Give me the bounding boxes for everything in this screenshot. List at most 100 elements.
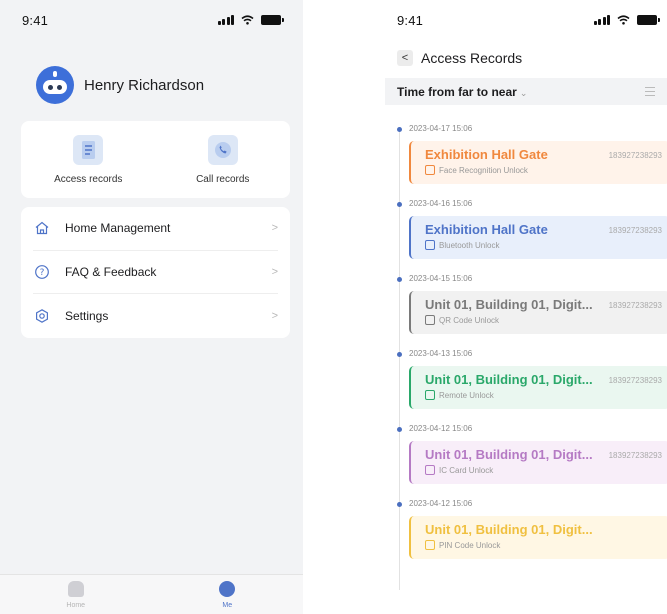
chevron-left-icon: <	[401, 52, 409, 64]
call-records-shortcut[interactable]: Call records	[156, 121, 291, 198]
avatar	[36, 66, 74, 104]
timeline-dot	[397, 502, 402, 507]
record-time: 2023-04-16 15:06	[409, 199, 473, 208]
list-view-icon[interactable]	[645, 87, 655, 96]
record-method-label: IC Card Unlock	[439, 465, 494, 475]
access-records-shortcut[interactable]: Access records	[21, 121, 156, 198]
me-tab-icon	[219, 581, 236, 597]
chevron-right-icon: >	[271, 309, 278, 322]
record-method: QR Code Unlock	[425, 315, 667, 325]
record-card[interactable]: Unit 01, Building 01, Digit... 183927238…	[409, 366, 667, 409]
record-time: 2023-04-17 15:06	[409, 124, 473, 133]
svg-text:?: ?	[40, 268, 45, 278]
record-time: 2023-04-12 15:06	[409, 499, 473, 508]
record-entry: 2023-04-12 15:06 Unit 01, Building 01, D…	[385, 412, 667, 487]
tab-home-label: Home	[66, 602, 86, 609]
record-number: 183927238293	[608, 226, 662, 235]
nav-bar: < Access Records	[397, 50, 522, 66]
record-entry: 2023-04-15 15:06 Unit 01, Building 01, D…	[385, 262, 667, 337]
record-card[interactable]: Exhibition Hall Gate 183927238293 Face R…	[409, 141, 667, 184]
profile-header[interactable]: Henry Richardson	[36, 66, 204, 104]
status-bar: 9:41	[0, 0, 303, 40]
record-card[interactable]: Unit 01, Building 01, Digit... 183927238…	[409, 441, 667, 484]
record-entry: 2023-04-17 15:06 Exhibition Hall Gate 18…	[385, 112, 667, 187]
profile-name: Henry Richardson	[84, 76, 205, 94]
record-method-label: Face Recognition Unlock	[439, 165, 528, 175]
document-list-icon	[73, 135, 104, 165]
face-recognition-icon	[425, 165, 435, 175]
chevron-down-icon: ⌄	[519, 87, 528, 98]
status-icons	[217, 15, 284, 25]
signal-icon	[217, 15, 234, 25]
sort-order-dropdown[interactable]: Time from far to near ⌄	[397, 83, 527, 101]
question-icon: ?	[33, 263, 51, 281]
record-method-label: QR Code Unlock	[439, 315, 500, 325]
menu-item-faq-feedback[interactable]: ? FAQ & Feedback >	[33, 251, 278, 294]
record-number: 183927238293	[608, 376, 662, 385]
record-number: 183927238293	[608, 301, 662, 310]
me-screen: 9:41 Henry Richardson Access records Cal…	[0, 0, 303, 614]
tab-bar: Home Me	[0, 574, 303, 614]
home-icon	[33, 219, 51, 237]
record-time: 2023-04-15 15:06	[409, 274, 473, 283]
record-entry: 2023-04-12 15:06 Unit 01, Building 01, D…	[385, 487, 667, 562]
record-card[interactable]: Exhibition Hall Gate 183927238293 Blueto…	[409, 216, 667, 259]
settings-menu: Home Management > ? FAQ & Feedback > Set…	[21, 207, 290, 338]
record-method-label: PIN Code Unlock	[439, 540, 501, 550]
tab-me[interactable]: Me	[152, 575, 304, 614]
record-method: PIN Code Unlock	[425, 540, 667, 550]
timeline-dot	[397, 202, 402, 207]
access-records-label: Access records	[54, 174, 123, 185]
call-records-label: Call records	[196, 174, 250, 185]
record-title: Unit 01, Building 01, Digit...	[425, 522, 593, 537]
back-button[interactable]: <	[397, 50, 413, 66]
battery-icon	[261, 15, 284, 25]
wifi-icon	[617, 15, 630, 25]
chevron-right-icon: >	[271, 222, 278, 235]
home-tab-icon	[67, 581, 84, 597]
record-method: Bluetooth Unlock	[425, 240, 667, 250]
record-method: Face Recognition Unlock	[425, 165, 667, 175]
record-method: Remote Unlock	[425, 390, 667, 400]
record-method-label: Remote Unlock	[439, 390, 494, 400]
sort-filter-bar: Time from far to near ⌄	[385, 78, 667, 105]
qr-code-icon	[425, 315, 435, 325]
timeline-dot	[397, 127, 402, 132]
menu-item-settings[interactable]: Settings >	[33, 294, 278, 338]
battery-icon	[637, 15, 660, 25]
access-records-screen: 9:41 < Access Records Time from far to n…	[385, 0, 667, 614]
shortcut-card: Access records Call records	[21, 121, 290, 198]
record-entry: 2023-04-13 15:06 Unit 01, Building 01, D…	[385, 337, 667, 412]
menu-label: FAQ & Feedback	[65, 264, 157, 279]
tab-home[interactable]: Home	[0, 575, 152, 614]
page-title: Access Records	[421, 50, 523, 66]
sort-order-label: Time from far to near	[397, 84, 517, 99]
timeline-dot	[397, 427, 402, 432]
ic-card-icon	[425, 465, 435, 475]
menu-item-home-management[interactable]: Home Management >	[33, 207, 278, 251]
bluetooth-icon	[425, 240, 435, 250]
status-time: 9:41	[397, 12, 424, 28]
chevron-right-icon: >	[271, 265, 278, 278]
wifi-icon	[241, 15, 254, 25]
record-card[interactable]: Unit 01, Building 01, Digit... PIN Code …	[409, 516, 667, 559]
timeline-dot	[397, 277, 402, 282]
record-method-label: Bluetooth Unlock	[439, 240, 500, 250]
phone-call-icon	[207, 135, 238, 165]
menu-label: Settings	[65, 308, 109, 323]
remote-icon	[425, 390, 435, 400]
record-method: IC Card Unlock	[425, 465, 667, 475]
record-entry: 2023-04-16 15:06 Exhibition Hall Gate 18…	[385, 187, 667, 262]
status-bar: 9:41	[385, 0, 667, 40]
pin-code-icon	[425, 540, 435, 550]
status-icons	[593, 15, 660, 25]
record-number: 183927238293	[608, 451, 662, 460]
timeline-dot	[397, 352, 402, 357]
menu-label: Home Management	[65, 221, 171, 236]
record-time: 2023-04-13 15:06	[409, 349, 473, 358]
record-number: 183927238293	[608, 151, 662, 160]
record-card[interactable]: Unit 01, Building 01, Digit... 183927238…	[409, 291, 667, 334]
tab-me-label: Me	[222, 602, 233, 609]
status-time: 9:41	[22, 12, 49, 28]
settings-icon	[33, 307, 51, 325]
